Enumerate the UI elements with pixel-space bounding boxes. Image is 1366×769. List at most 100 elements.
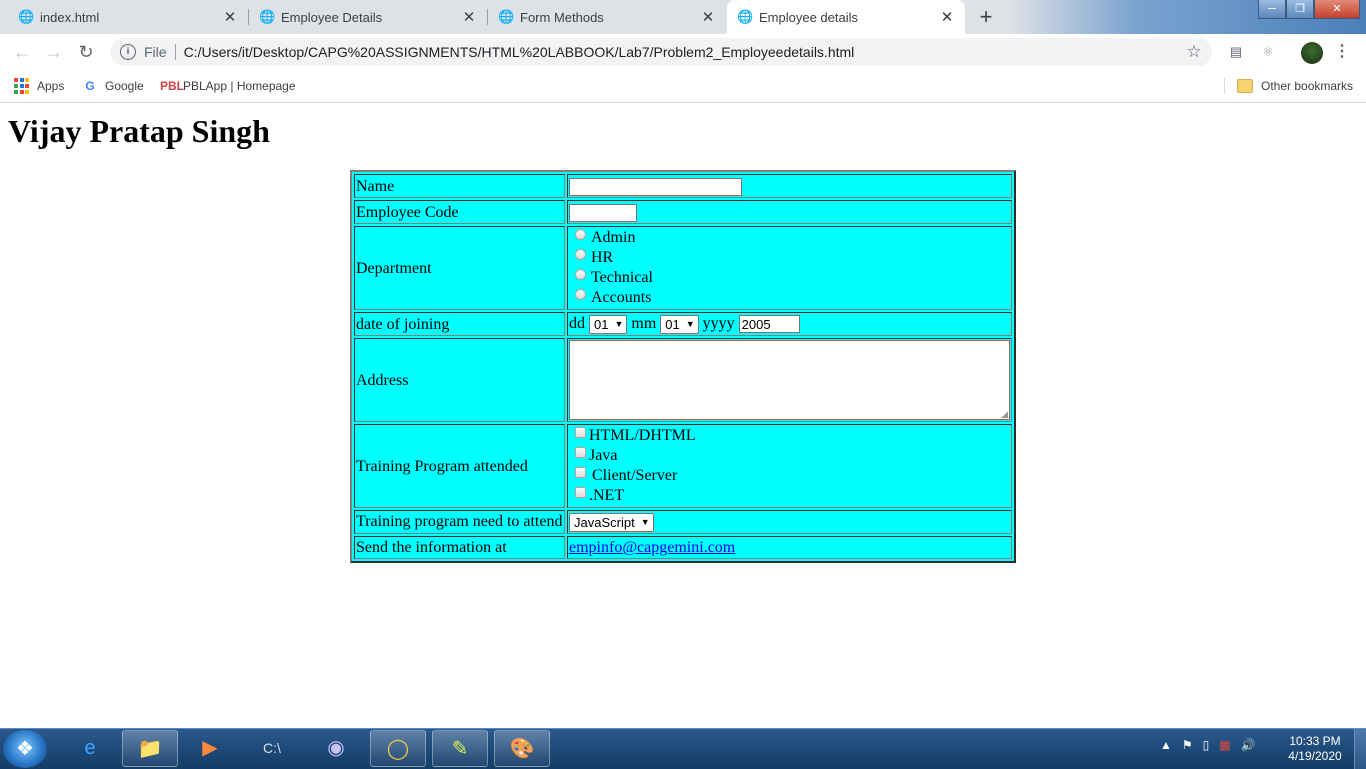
- close-icon[interactable]: ✕: [939, 8, 955, 26]
- radio-button[interactable]: [575, 289, 586, 300]
- minimize-button[interactable]: ─: [1258, 0, 1286, 19]
- globe-icon: 🌐: [18, 9, 35, 24]
- command-prompt-icon[interactable]: C:\: [244, 730, 300, 767]
- star-icon[interactable]: ☆: [1184, 42, 1204, 62]
- yyyy-field[interactable]: [738, 315, 800, 334]
- back-button[interactable]: ←: [10, 40, 34, 64]
- tab-form-methods[interactable]: 🌐 Form Methods ✕: [488, 0, 726, 34]
- training-need-select[interactable]: JavaScript ▼: [569, 512, 654, 532]
- training-option[interactable]: Client/Server: [569, 466, 1010, 486]
- kebab-menu-icon[interactable]: ⋮: [1334, 42, 1350, 62]
- start-button[interactable]: ❖: [3, 730, 47, 768]
- avatar[interactable]: [1301, 42, 1323, 64]
- tab-label: Employee details: [759, 9, 858, 25]
- close-icon[interactable]: ✕: [700, 8, 716, 26]
- flag-icon[interactable]: ⚑: [1182, 738, 1193, 752]
- tab-strip: 🌐 index.html ✕ 🌐 Employee Details ✕ 🌐 Fo…: [0, 0, 1366, 34]
- department-option[interactable]: Accounts: [569, 288, 1010, 308]
- checkbox[interactable]: [575, 427, 586, 438]
- checkbox[interactable]: [575, 467, 586, 478]
- checkbox[interactable]: [575, 487, 586, 498]
- notepad-plus-icon[interactable]: ✎: [432, 730, 488, 767]
- paint-icon[interactable]: 🎨: [494, 730, 550, 767]
- reload-button[interactable]: ↻: [74, 40, 98, 64]
- mm-select[interactable]: 01 ▼: [660, 314, 699, 334]
- close-icon[interactable]: ✕: [461, 8, 477, 26]
- mm-value: 01: [665, 316, 680, 332]
- internet-explorer-icon[interactable]: e: [62, 730, 118, 767]
- maximize-button[interactable]: ❐: [1286, 0, 1314, 19]
- table-row: Training program need to attend JavaScri…: [354, 510, 1012, 534]
- training-option[interactable]: .NET: [569, 486, 1010, 506]
- tab-label: index.html: [40, 9, 100, 25]
- bookmark-pblapp[interactable]: PBL PBLApp | Homepage: [160, 76, 296, 96]
- send-info-label: Send the information at: [354, 535, 565, 559]
- extension-pdf-icon[interactable]: ⚛: [1258, 42, 1278, 62]
- name-field[interactable]: [569, 177, 742, 196]
- training-attended-cell: HTML/DHTML Java Client/Server .NET: [567, 424, 1012, 508]
- address-bar[interactable]: i File C:/Users/it/Desktop/CAPG%20ASSIGN…: [110, 38, 1212, 66]
- globe-icon: 🌐: [259, 9, 276, 24]
- radio-button[interactable]: [575, 269, 586, 280]
- table-row: date of joining dd 01 ▼ mm 01 ▼ yyyy: [354, 312, 1012, 336]
- training-option[interactable]: Java: [569, 446, 1010, 466]
- file-explorer-icon[interactable]: 📁: [122, 730, 178, 767]
- eclipse-icon[interactable]: ◉: [308, 730, 364, 767]
- bookmark-apps[interactable]: Apps: [14, 76, 64, 96]
- new-tab-button[interactable]: +: [972, 4, 1000, 30]
- training-need-value: JavaScript: [574, 514, 635, 530]
- clock[interactable]: 10:33 PM 4/19/2020: [1280, 734, 1350, 764]
- chevron-down-icon: ▼: [614, 318, 624, 329]
- network-icon[interactable]: ▦: [1219, 738, 1230, 752]
- bookmarks-bar: Apps G Google PBL PBLApp | Homepage Othe…: [0, 70, 1366, 103]
- media-player-icon[interactable]: ▶: [182, 730, 238, 767]
- radio-button[interactable]: [575, 229, 586, 240]
- address-textarea[interactable]: ◢: [569, 340, 1010, 420]
- close-window-button[interactable]: ✕: [1314, 0, 1360, 19]
- forward-button[interactable]: →: [42, 40, 66, 64]
- department-option[interactable]: Admin: [569, 228, 1010, 248]
- extension-chart-icon[interactable]: ▤: [1226, 42, 1246, 62]
- department-label: Department: [354, 226, 565, 310]
- training-option-label: Client/Server: [592, 467, 678, 484]
- department-option[interactable]: HR: [569, 248, 1010, 268]
- folder-icon: [1237, 79, 1253, 93]
- table-row: Training Program attended HTML/DHTML Jav…: [354, 424, 1012, 508]
- employee-code-field[interactable]: [569, 203, 637, 222]
- radio-button[interactable]: [575, 249, 586, 260]
- tab-employee-details-active[interactable]: 🌐 Employee details ✕: [727, 0, 965, 34]
- show-desktop-button[interactable]: [1354, 729, 1366, 769]
- bookmark-label: Google: [105, 79, 144, 93]
- tab-employee-details[interactable]: 🌐 Employee Details ✕: [249, 0, 487, 34]
- date-of-joining-label: date of joining: [354, 312, 565, 336]
- dd-select[interactable]: 01 ▼: [589, 314, 628, 334]
- department-option[interactable]: Technical: [569, 268, 1010, 288]
- taskbar: ❖ e 📁 ▶ C:\ ◉ ◯ ✎ 🎨 ▲ ⚑ ▯ ▦ 🔊 10:33 PM 4…: [0, 728, 1366, 769]
- chevron-up-icon[interactable]: ▲: [1160, 738, 1172, 752]
- close-icon[interactable]: ✕: [222, 8, 238, 26]
- info-icon[interactable]: i: [120, 44, 136, 60]
- chrome-icon[interactable]: ◯: [370, 730, 426, 767]
- employee-form-table: Name Employee Code Department Admin HR T…: [350, 170, 1016, 563]
- tab-index[interactable]: 🌐 index.html ✕: [8, 0, 248, 34]
- globe-icon: 🌐: [498, 9, 515, 24]
- dd-value: 01: [594, 316, 609, 332]
- pbl-icon: PBL: [160, 79, 184, 93]
- resize-grip-icon[interactable]: ◢: [1001, 410, 1008, 419]
- email-link[interactable]: empinfo@capgemini.com: [569, 539, 735, 556]
- training-option[interactable]: HTML/DHTML: [569, 426, 1010, 446]
- training-need-label: Training program need to attend: [354, 510, 565, 534]
- table-row: Address ◢: [354, 338, 1012, 422]
- window-titlebar: ─ ❐ ✕: [1010, 0, 1366, 34]
- volume-icon[interactable]: 🔊: [1241, 738, 1256, 752]
- bookmark-google[interactable]: G Google: [82, 76, 144, 96]
- bookmark-label: Apps: [37, 79, 65, 93]
- training-need-cell: JavaScript ▼: [567, 510, 1012, 534]
- device-icon[interactable]: ▯: [1203, 738, 1210, 752]
- checkbox[interactable]: [575, 447, 586, 458]
- training-attended-label: Training Program attended: [354, 424, 565, 508]
- address-url[interactable]: C:/Users/it/Desktop/CAPG%20ASSIGNMENTS/H…: [184, 44, 1184, 60]
- google-icon: G: [85, 79, 95, 93]
- bookmark-other[interactable]: Other bookmarks: [1237, 76, 1353, 96]
- tab-label: Form Methods: [520, 9, 604, 25]
